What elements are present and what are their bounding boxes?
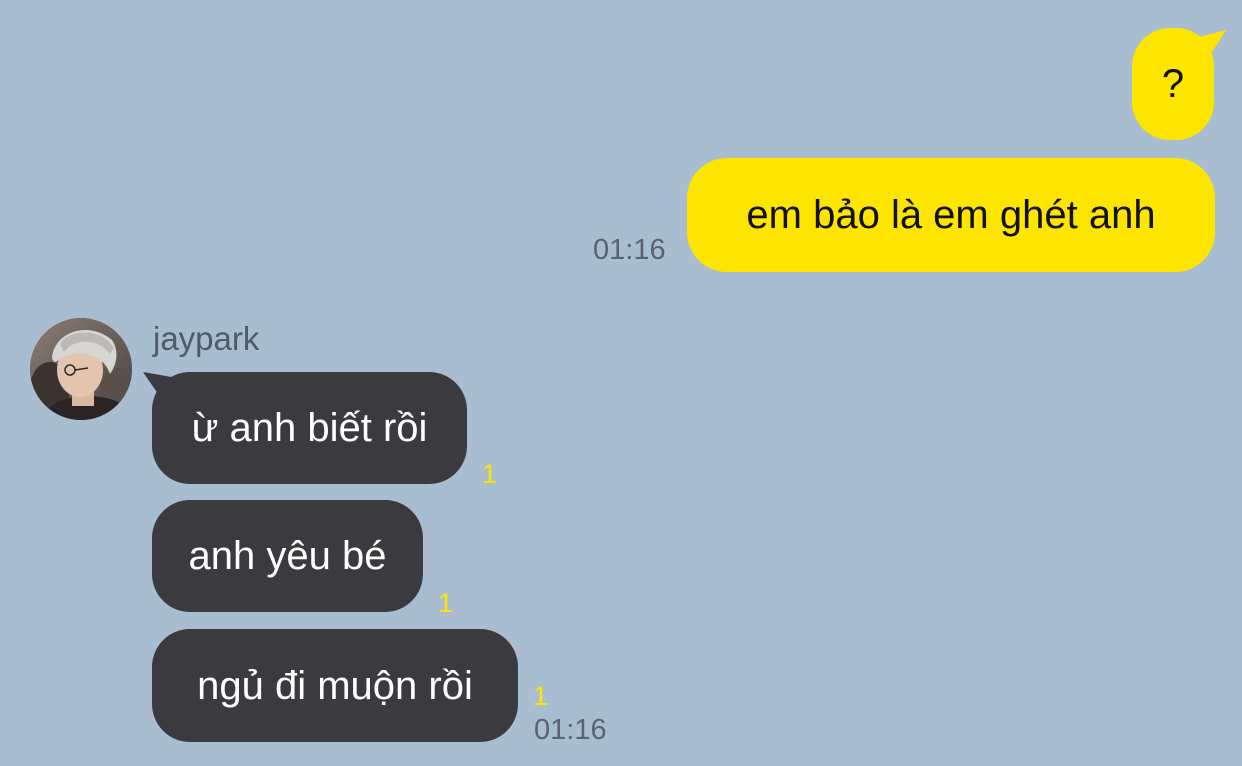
avatar-photo-icon	[30, 318, 132, 420]
unread-count: 1	[438, 588, 454, 618]
message-text: ngủ đi muộn rồi	[197, 663, 473, 708]
message-text: anh yêu bé	[188, 534, 387, 578]
incoming-message-bubble[interactable]: ừ anh biết rồi	[152, 372, 467, 484]
incoming-message-bubble[interactable]: ngủ đi muộn rồi	[152, 629, 518, 742]
message-text: ?	[1161, 62, 1185, 106]
unread-count: 1	[533, 681, 549, 711]
message-timestamp: 01:16	[593, 234, 666, 266]
message-text: ừ anh biết rồi	[191, 406, 428, 450]
outgoing-message-bubble[interactable]: ?	[1132, 28, 1214, 140]
message-text: em bảo là em ghét anh	[746, 193, 1156, 237]
contact-avatar[interactable]	[30, 318, 132, 420]
outgoing-message-bubble[interactable]: em bảo là em ghét anh	[687, 158, 1215, 272]
message-timestamp: 01:16	[534, 714, 607, 746]
incoming-message-bubble[interactable]: anh yêu bé	[152, 500, 423, 612]
unread-count: 1	[482, 459, 498, 489]
sender-name: jaypark	[153, 320, 260, 357]
